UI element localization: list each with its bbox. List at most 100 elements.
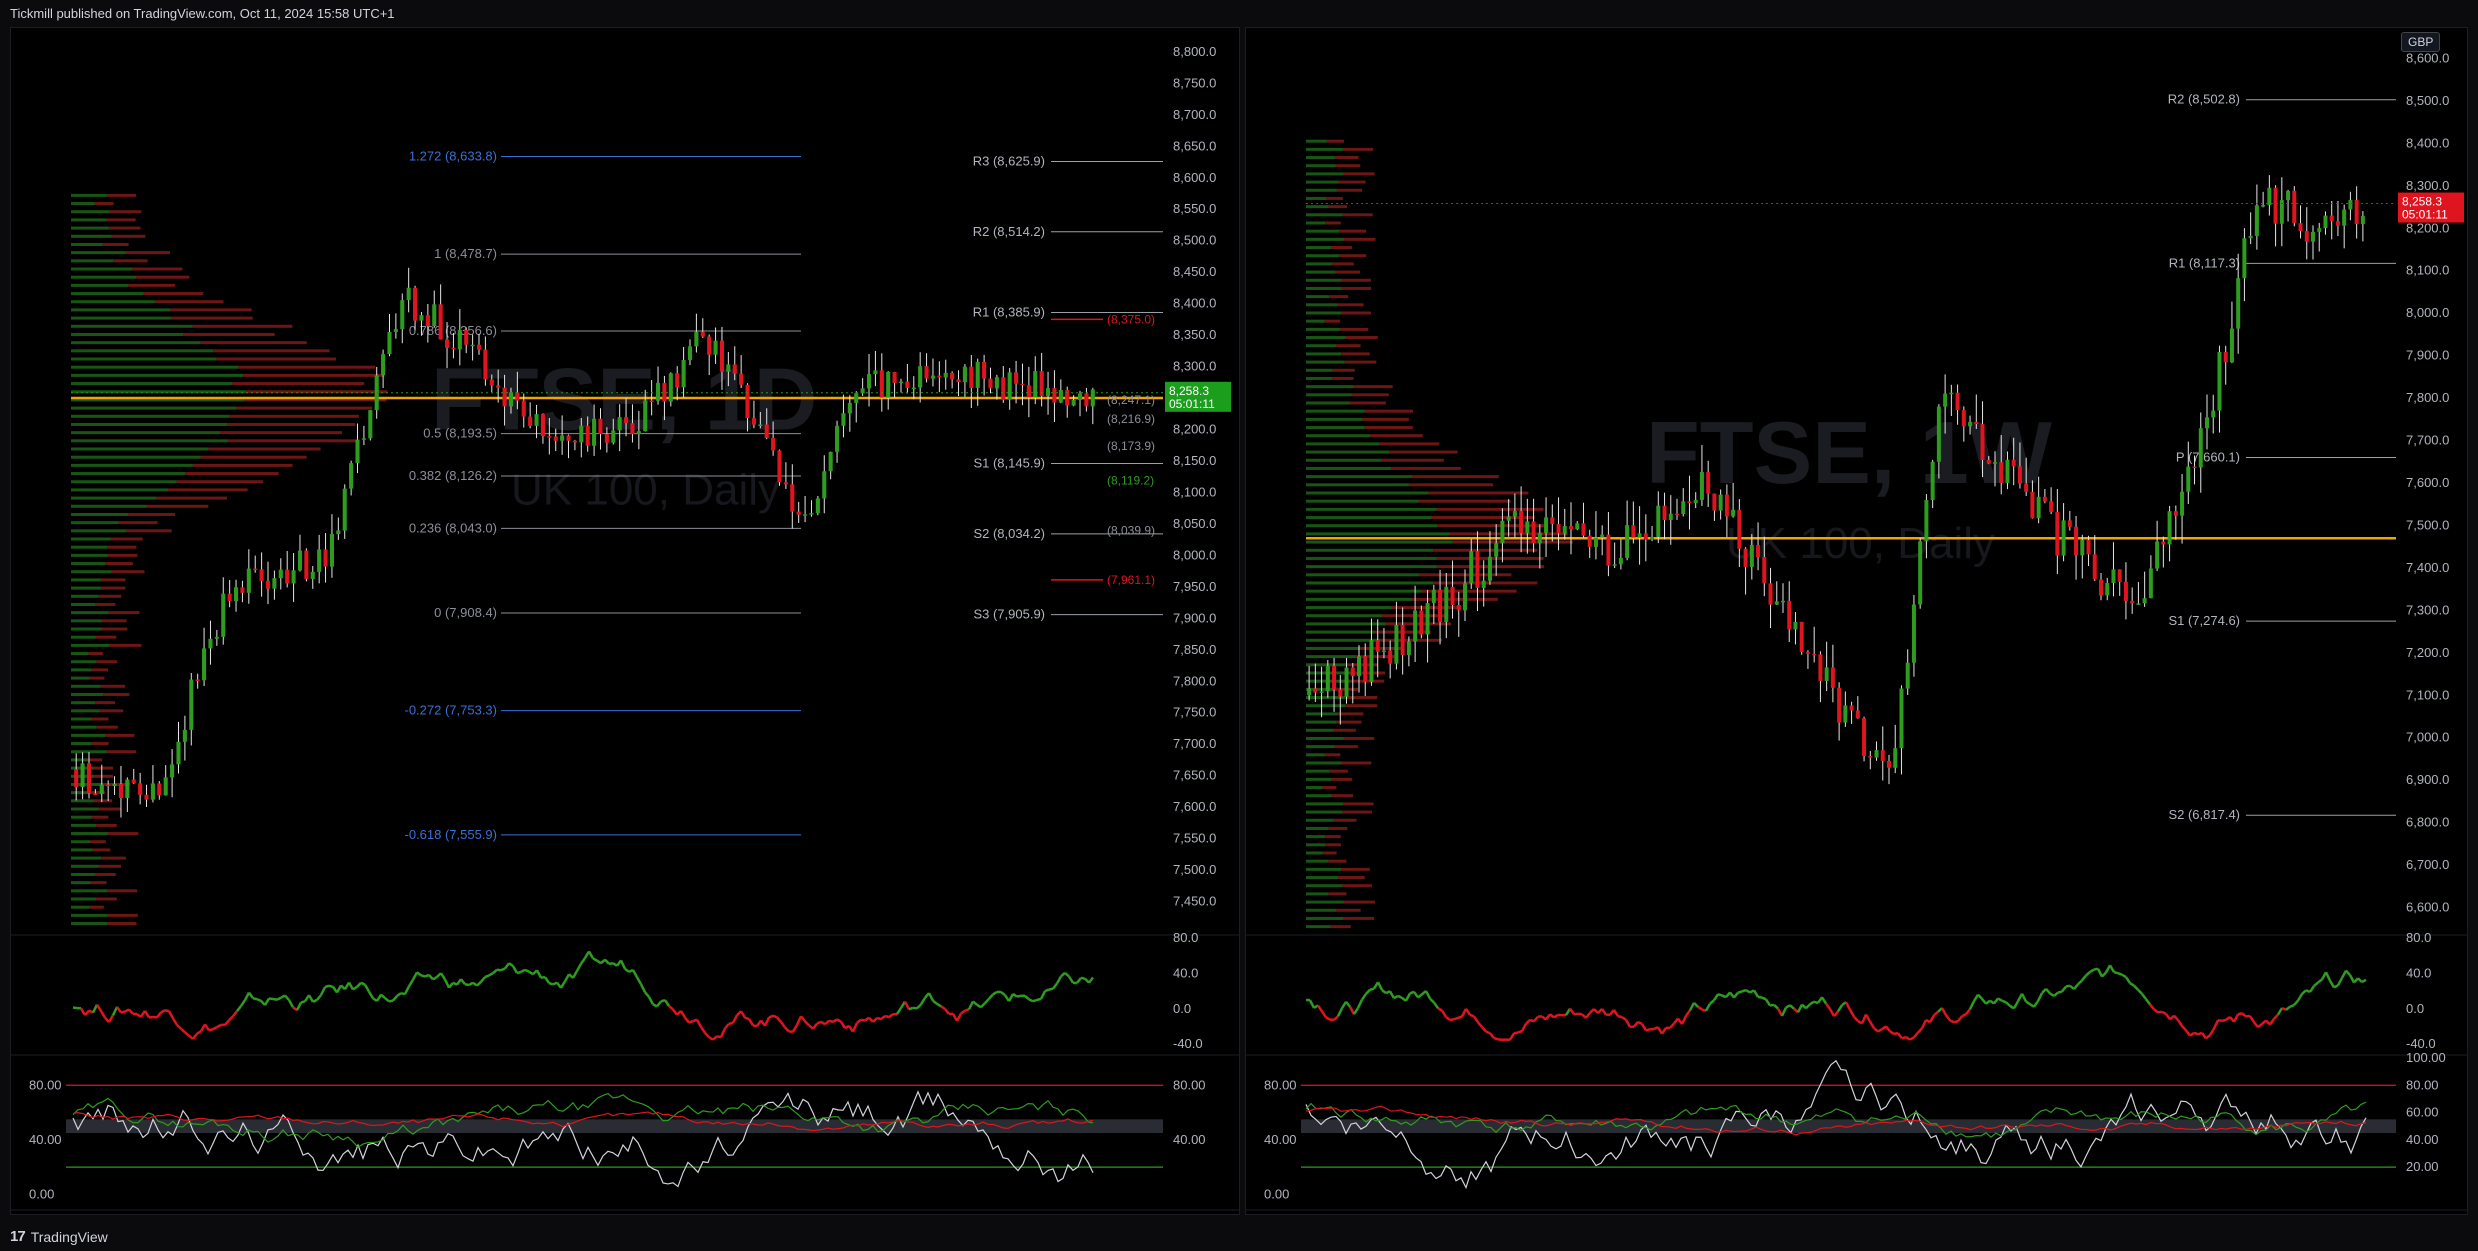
volume-profile-bar-down bbox=[1339, 229, 1367, 233]
volume-profile-bar-down bbox=[1339, 254, 1367, 258]
candle-body bbox=[630, 423, 635, 435]
volume-profile-bar-down bbox=[94, 202, 114, 206]
candle-body bbox=[240, 587, 245, 593]
y-tick-label: 7,100.0 bbox=[2406, 687, 2449, 702]
candle-body bbox=[2061, 520, 2066, 556]
osc-line-segment bbox=[2089, 968, 2095, 974]
candle-body bbox=[1058, 390, 1063, 403]
candle-body bbox=[2136, 603, 2141, 605]
osc-line-segment bbox=[2241, 1012, 2247, 1018]
osc-line-segment bbox=[1933, 1010, 1939, 1017]
osc-line-segment bbox=[800, 1015, 806, 1023]
volume-profile-bar-up bbox=[71, 496, 157, 500]
chart-right-svg[interactable]: FTSE, 1WUK 100, Daily8,600.08,500.08,400… bbox=[1246, 28, 2468, 1215]
tradingview-footer[interactable]: 17 TradingView bbox=[10, 1228, 108, 1245]
osc-line-segment bbox=[1940, 1007, 1948, 1016]
osc-line-segment bbox=[2261, 1019, 2267, 1025]
candle-body bbox=[1837, 687, 1842, 723]
osc-line-segment bbox=[252, 997, 258, 1001]
osc-line-segment bbox=[464, 983, 470, 987]
candle-body bbox=[726, 364, 731, 372]
chart-panel-right[interactable]: FTSE, 1W UK 100, Daily 8,600.0 8,500.0 8,400… bbox=[1245, 27, 2468, 1215]
candle-body bbox=[815, 498, 820, 514]
x-tick-label: Jun bbox=[525, 1214, 546, 1215]
y-tick-label: 8,400.0 bbox=[2406, 135, 2449, 150]
volume-profile-bar-down bbox=[107, 553, 138, 557]
osc-line-segment bbox=[2057, 990, 2063, 994]
osc-line-segment bbox=[1949, 1019, 1955, 1024]
osc-line-segment bbox=[295, 1001, 303, 1011]
volume-profile-bar-up bbox=[71, 562, 106, 566]
osc-line-segment bbox=[2129, 982, 2135, 987]
volume-profile-bar-down bbox=[1337, 712, 1364, 716]
y-tick-label: 7,800.0 bbox=[2406, 390, 2449, 405]
osc-line-segment bbox=[1489, 1032, 1495, 1039]
chart-left-svg[interactable]: FTSE, 1DUK 100, Daily8,800.08,750.08,700… bbox=[11, 28, 1240, 1215]
volume-profile-bar-up bbox=[1306, 916, 1344, 920]
volume-profile-bar-up bbox=[71, 586, 101, 590]
volume-profile-bar-down bbox=[208, 447, 321, 451]
osc-line-segment bbox=[239, 999, 247, 1007]
volume-profile-bar-down bbox=[1342, 147, 1374, 151]
osc-line-segment bbox=[504, 962, 510, 970]
candle-body bbox=[1968, 421, 1973, 427]
candle-body bbox=[1893, 748, 1898, 768]
y-tick-label: 8,600.0 bbox=[2406, 50, 2449, 65]
volume-profile-bar-down bbox=[183, 332, 275, 336]
candle-body bbox=[2323, 215, 2328, 229]
volume-profile-bar-down bbox=[1362, 417, 1409, 421]
candle-body bbox=[2042, 496, 2047, 502]
volume-profile-bar-up bbox=[1306, 867, 1342, 871]
osc-line-segment bbox=[2149, 1003, 2155, 1011]
candle-body bbox=[432, 304, 437, 327]
osc-line-segment bbox=[1945, 1014, 1951, 1022]
candle-body bbox=[2342, 209, 2347, 226]
volume-profile-bar-down bbox=[98, 864, 122, 868]
osc-line-segment bbox=[1709, 999, 1715, 1005]
volume-profile-bar-up bbox=[1306, 499, 1419, 503]
candle-body bbox=[1456, 605, 1461, 611]
candle-body bbox=[1824, 667, 1829, 681]
volume-profile-bar-up bbox=[1306, 565, 1437, 569]
osc-line-segment bbox=[128, 1008, 134, 1015]
candle-body bbox=[93, 793, 98, 795]
candle-body bbox=[1936, 406, 1941, 462]
osc-line-segment bbox=[356, 981, 362, 988]
volume-profile-bar-down bbox=[1343, 900, 1375, 904]
volume-profile-bar-down bbox=[95, 701, 116, 705]
candle-body bbox=[1812, 653, 1817, 656]
currency-badge[interactable]: GBP bbox=[2401, 32, 2441, 52]
volume-profile-bar-down bbox=[170, 308, 252, 312]
volume-profile-bar-down bbox=[1341, 867, 1370, 871]
osc-line-segment bbox=[1493, 1036, 1499, 1041]
volume-profile-bar-up bbox=[1306, 205, 1329, 209]
osc-line-segment bbox=[2161, 1010, 2167, 1015]
volume-profile-bar-up bbox=[71, 602, 96, 606]
pivot-level-label: R2 (8,502.8) bbox=[2168, 92, 2240, 107]
candle-body bbox=[930, 375, 936, 379]
osc-line-segment bbox=[1424, 990, 1432, 1000]
candle-body bbox=[278, 569, 283, 579]
volume-profile-bar-up bbox=[71, 684, 101, 688]
osc-line-segment bbox=[1905, 1036, 1911, 1041]
volume-profile-bar-down bbox=[1325, 221, 1341, 225]
osc-line-segment bbox=[1356, 999, 1364, 1009]
osc-line-segment bbox=[1897, 1032, 1903, 1040]
volume-profile-bar-up bbox=[71, 275, 137, 279]
osc-line-segment bbox=[1404, 992, 1412, 1002]
volume-profile-bar-up bbox=[1306, 483, 1409, 487]
candle-body bbox=[898, 381, 904, 384]
osc-line-segment bbox=[839, 1021, 847, 1029]
osc-line-segment bbox=[312, 998, 318, 1003]
osc-line-segment bbox=[1848, 1009, 1856, 1018]
osc-line-segment bbox=[287, 999, 295, 1008]
chart-panel-left[interactable]: FTSE, 1D UK 100, Daily 8,800.0 8,750.0 8,700… bbox=[10, 27, 1240, 1215]
volume-profile-bar-down bbox=[107, 913, 138, 917]
candle-body bbox=[924, 366, 929, 379]
x-tick-label: 2023 bbox=[1796, 1214, 1825, 1215]
candle-body bbox=[943, 372, 948, 378]
candle-body bbox=[253, 568, 258, 571]
osc-line-segment bbox=[596, 959, 602, 965]
volume-profile-bar-down bbox=[232, 382, 365, 386]
volume-profile-bar-up bbox=[71, 823, 97, 827]
